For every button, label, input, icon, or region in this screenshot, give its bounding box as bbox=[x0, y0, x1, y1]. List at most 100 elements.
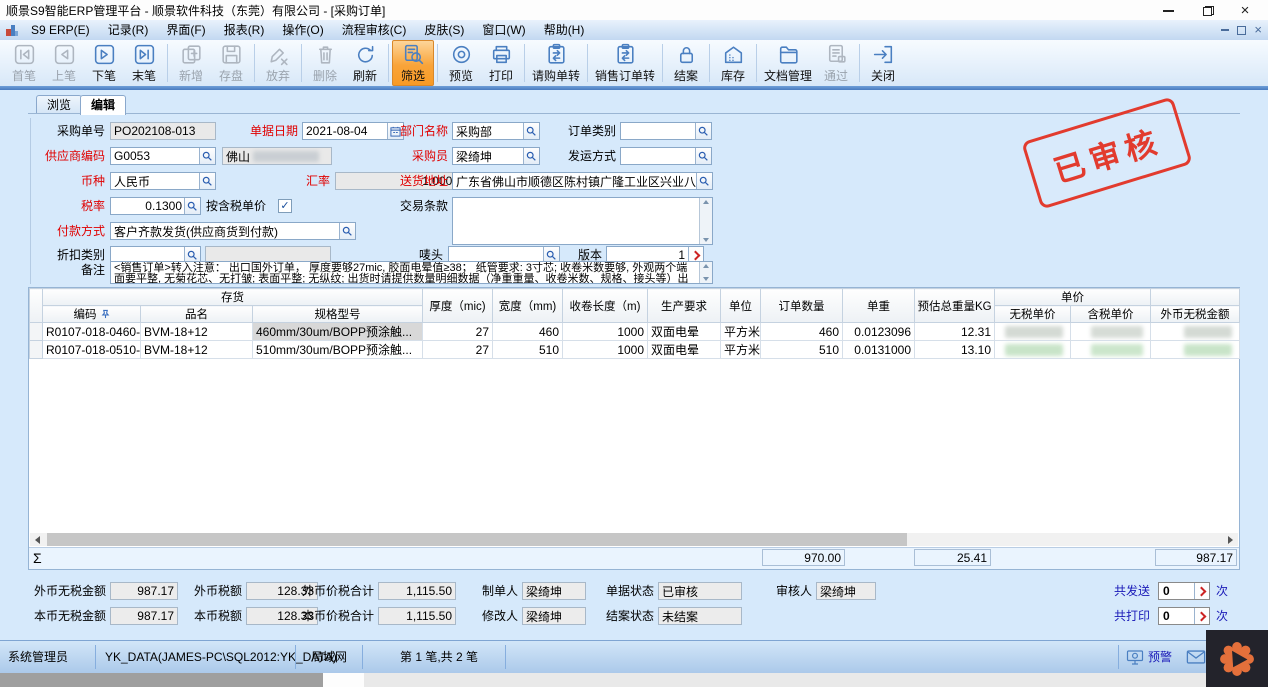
printed-count-field[interactable]: 0 bbox=[1158, 607, 1210, 625]
menu-operate[interactable]: 操作(O) bbox=[273, 20, 332, 40]
col-thickness[interactable]: 厚度（mic) bbox=[423, 289, 493, 323]
col-price-ex[interactable]: 无税单价 bbox=[995, 306, 1071, 323]
menu-s9erp[interactable]: S9 ERP(E) bbox=[22, 20, 99, 40]
cell-fc-amount[interactable] bbox=[1151, 323, 1240, 341]
cell-prod[interactable]: 双面电晕 bbox=[648, 341, 721, 359]
col-fc-amount[interactable]: 外币无税金额 bbox=[1151, 306, 1240, 323]
row-selector[interactable] bbox=[30, 323, 43, 341]
menu-report[interactable]: 报表(R) bbox=[215, 20, 274, 40]
menu-window[interactable]: 窗口(W) bbox=[473, 20, 534, 40]
cell-unit-weight[interactable]: 0.0131000 bbox=[843, 341, 915, 359]
menu-record[interactable]: 记录(R) bbox=[99, 20, 158, 40]
filter-button[interactable]: 筛选 bbox=[392, 40, 434, 86]
preview-button[interactable]: 预览 bbox=[441, 41, 481, 85]
discard-button[interactable]: 放弃 bbox=[258, 41, 298, 85]
cell-width[interactable]: 460 bbox=[493, 323, 563, 341]
col-code[interactable]: 编码 bbox=[43, 306, 141, 323]
alert-monitor-icon[interactable] bbox=[1126, 649, 1144, 666]
lookup-button[interactable] bbox=[199, 148, 215, 164]
tax-rate-field[interactable]: 0.1300 bbox=[110, 197, 201, 215]
supplier-code-field[interactable]: G0053 bbox=[110, 147, 216, 165]
cell-total-kg[interactable]: 12.31 bbox=[915, 323, 995, 341]
inventory-group-header[interactable]: 存货 bbox=[43, 289, 423, 306]
cell-name[interactable]: BVM-18+12 bbox=[141, 341, 253, 359]
col-total-kg[interactable]: 预估总重量KG bbox=[915, 289, 995, 323]
scroll-right-arrow[interactable] bbox=[1228, 536, 1233, 544]
dept-field[interactable]: 采购部 bbox=[452, 122, 540, 140]
cell-width[interactable]: 510 bbox=[493, 341, 563, 359]
textarea-scrollbar[interactable] bbox=[699, 198, 712, 244]
col-name[interactable]: 品名 bbox=[141, 306, 253, 323]
row-selector[interactable] bbox=[30, 341, 43, 359]
cell-code[interactable]: R0107-018-0460-... bbox=[43, 323, 141, 341]
cell-length[interactable]: 1000 bbox=[563, 341, 648, 359]
cell-qty[interactable]: 460 bbox=[761, 323, 843, 341]
alert-label[interactable]: 预警 bbox=[1148, 641, 1172, 673]
lookup-button[interactable] bbox=[339, 223, 355, 239]
mdi-close-button[interactable]: × bbox=[1254, 25, 1262, 35]
scrollbar-thumb[interactable] bbox=[47, 533, 907, 546]
payment-field[interactable]: 客户齐款发货(供应商货到付款) bbox=[110, 222, 356, 240]
lookup-button[interactable] bbox=[184, 198, 200, 214]
cell-unit[interactable]: 平方米 bbox=[721, 341, 761, 359]
menu-interface[interactable]: 界面(F) bbox=[157, 20, 214, 40]
cell-unit[interactable]: 平方米 bbox=[721, 323, 761, 341]
mdi-restore-button[interactable] bbox=[1237, 26, 1246, 35]
sales-order-transfer-button[interactable]: 销售订单转 bbox=[591, 41, 659, 85]
grid-horizontal-scrollbar[interactable] bbox=[30, 533, 1238, 546]
last-record-button[interactable]: 末笔 bbox=[124, 41, 164, 85]
print-button[interactable]: 打印 bbox=[481, 41, 521, 85]
close-button[interactable]: 关闭 bbox=[863, 41, 903, 85]
col-price-inc[interactable]: 含税单价 bbox=[1071, 306, 1151, 323]
cell-spec[interactable]: 510mm/30um/BOPP预涂触... bbox=[253, 341, 423, 359]
remark-field[interactable]: <销售订单>转入注意： 出口国外订单， 厚度要够27mic, 胶面电晕值≥38；… bbox=[110, 261, 713, 284]
cell-price-inc[interactable] bbox=[1071, 341, 1151, 359]
mdi-minimize-button[interactable] bbox=[1221, 29, 1229, 31]
col-spec[interactable]: 规格型号 bbox=[253, 306, 423, 323]
price-group-header[interactable]: 单价 bbox=[995, 289, 1151, 306]
col-unit[interactable]: 单位 bbox=[721, 289, 761, 323]
cell-qty[interactable]: 510 bbox=[761, 341, 843, 359]
menu-skin[interactable]: 皮肤(S) bbox=[415, 20, 473, 40]
requisition-transfer-button[interactable]: 请购单转 bbox=[528, 41, 584, 85]
col-order-qty[interactable]: 订单数量 bbox=[761, 289, 843, 323]
printed-spinner-button[interactable] bbox=[1194, 608, 1209, 624]
cell-price-inc[interactable] bbox=[1071, 323, 1151, 341]
first-record-button[interactable]: 首笔 bbox=[4, 41, 44, 85]
prev-record-button[interactable]: 上笔 bbox=[44, 41, 84, 85]
tab-edit[interactable]: 编辑 bbox=[80, 95, 126, 115]
cell-thickness[interactable]: 27 bbox=[423, 341, 493, 359]
sent-spinner-button[interactable] bbox=[1194, 583, 1209, 599]
cell-length[interactable]: 1000 bbox=[563, 323, 648, 341]
menu-help[interactable]: 帮助(H) bbox=[535, 20, 594, 40]
lookup-button[interactable] bbox=[696, 173, 712, 189]
inventory-button[interactable]: 库存 bbox=[713, 41, 753, 85]
trade-terms-field[interactable] bbox=[452, 197, 713, 245]
new-button[interactable]: 新增 bbox=[171, 41, 211, 85]
refresh-button[interactable]: 刷新 bbox=[345, 41, 385, 85]
col-unit-weight[interactable]: 单重 bbox=[843, 289, 915, 323]
lookup-button[interactable] bbox=[695, 148, 711, 164]
lookup-button[interactable] bbox=[199, 173, 215, 189]
currency-field[interactable]: 人民币 bbox=[110, 172, 216, 190]
tax-included-checkbox[interactable]: ✓ bbox=[278, 199, 292, 213]
cell-total-kg[interactable]: 13.10 bbox=[915, 341, 995, 359]
delete-button[interactable]: 删除 bbox=[305, 41, 345, 85]
lookup-button[interactable] bbox=[695, 123, 711, 139]
order-type-field[interactable] bbox=[620, 122, 712, 140]
minimize-button[interactable] bbox=[1153, 3, 1183, 18]
cell-price-ex[interactable] bbox=[995, 341, 1071, 359]
ship-method-field[interactable] bbox=[620, 147, 712, 165]
textarea-scrollbar[interactable] bbox=[699, 262, 712, 283]
cell-fc-amount[interactable] bbox=[1151, 341, 1240, 359]
cell-price-ex[interactable] bbox=[995, 323, 1071, 341]
cell-prod[interactable]: 双面电晕 bbox=[648, 323, 721, 341]
close-window-button[interactable]: × bbox=[1230, 3, 1260, 18]
document-mgmt-button[interactable]: 文档管理 bbox=[760, 41, 816, 85]
col-prod-req[interactable]: 生产要求 bbox=[648, 289, 721, 323]
save-button[interactable]: 存盘 bbox=[211, 41, 251, 85]
col-width[interactable]: 宽度（mm) bbox=[493, 289, 563, 323]
cell-name[interactable]: BVM-18+12 bbox=[141, 323, 253, 341]
restore-button[interactable] bbox=[1193, 3, 1223, 18]
next-record-button[interactable]: 下笔 bbox=[84, 41, 124, 85]
